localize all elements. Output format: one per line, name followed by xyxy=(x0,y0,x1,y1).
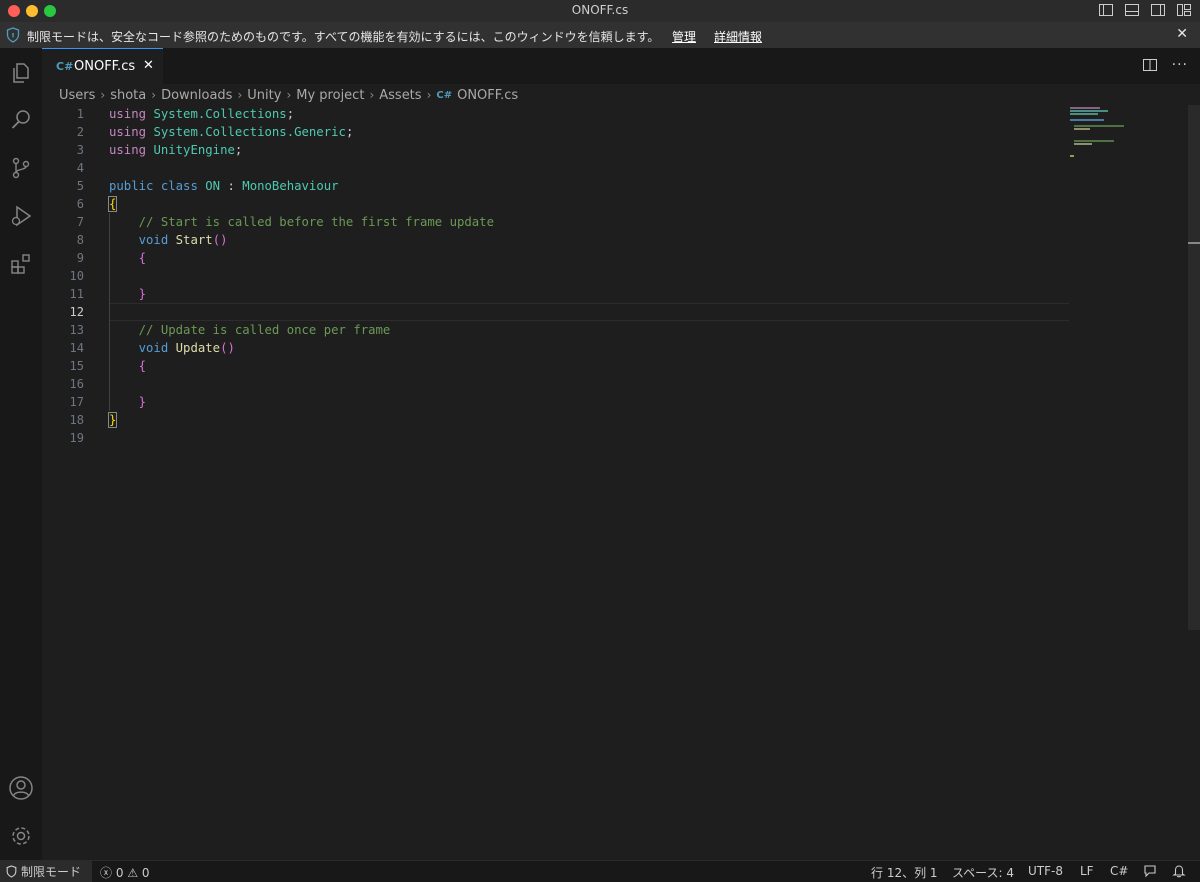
notifications-bell-icon[interactable] xyxy=(1172,864,1186,881)
explorer-icon[interactable] xyxy=(6,58,36,88)
feedback-icon[interactable] xyxy=(1143,864,1157,881)
customize-layout-icon[interactable] xyxy=(1176,2,1192,18)
line-number: 5 xyxy=(76,179,84,193)
line-number: 6 xyxy=(76,197,84,211)
toggle-primary-sidebar-icon[interactable] xyxy=(1098,2,1114,18)
tab-label: ONOFF.cs xyxy=(74,59,136,74)
editor-tabs: C# ONOFF.cs ✕ ··· xyxy=(42,48,1200,84)
shield-icon xyxy=(6,865,17,878)
window-title: ONOFF.cs xyxy=(571,3,629,17)
chevron-right-icon: › xyxy=(369,88,375,102)
code-line: { xyxy=(138,251,147,265)
manage-link[interactable]: 管理 xyxy=(672,28,696,45)
line-number: 7 xyxy=(76,215,84,229)
restricted-mode-banner: 制限モードは、安全なコード参照のためのものです。すべての機能を有効にするには、こ… xyxy=(0,22,1200,48)
line-number: 16 xyxy=(69,377,84,391)
problems-indicator[interactable]: ⓧ 0 ⚠ 0 xyxy=(100,864,150,881)
code-line: } xyxy=(138,287,147,301)
breadcrumb-item[interactable]: Downloads xyxy=(161,88,232,103)
csharp-file-icon: C# xyxy=(436,89,453,101)
code-editor[interactable]: 1 2 3 4 5 6 7 8 9 10 11 12 13 14 15 16 1… xyxy=(42,105,1188,860)
split-editor-icon[interactable] xyxy=(1142,57,1158,73)
details-link[interactable]: 詳細情報 xyxy=(714,28,762,45)
code-line: { xyxy=(138,359,147,373)
breadcrumb-item[interactable]: Unity xyxy=(247,88,281,103)
status-bar: 制限モード ⓧ 0 ⚠ 0 行 12、列 1 スペース: 4 UTF-8 LF … xyxy=(0,860,1200,882)
code-line: { xyxy=(107,196,118,212)
line-number: 15 xyxy=(69,359,84,373)
current-line-number: 12 xyxy=(69,305,84,319)
run-and-debug-icon[interactable] xyxy=(6,201,36,231)
line-number: 19 xyxy=(69,431,84,445)
line-number: 13 xyxy=(69,323,84,337)
search-icon[interactable] xyxy=(6,105,36,135)
breadcrumb-item[interactable]: ONOFF.cs xyxy=(457,88,518,103)
code-line: using System.Collections.Generic; xyxy=(109,125,354,139)
code-line: using System.Collections; xyxy=(109,107,295,121)
code-line: // Update is called once per frame xyxy=(138,323,391,337)
editor-actions: ··· xyxy=(1142,57,1188,73)
cursor-position[interactable]: 行 12、列 1 xyxy=(871,864,938,881)
breadcrumb: Users › shota › Downloads › Unity › My proje… xyxy=(59,86,518,104)
end-of-line[interactable]: LF xyxy=(1080,864,1094,878)
line-number: 14 xyxy=(69,341,84,355)
warning-icon: ⚠ xyxy=(127,866,139,880)
minimap[interactable] xyxy=(1068,105,1188,165)
code-line: } xyxy=(107,412,118,428)
vertical-scrollbar[interactable] xyxy=(1188,105,1200,630)
more-actions-icon[interactable]: ··· xyxy=(1172,57,1188,73)
tab-onoff-cs[interactable]: C# ONOFF.cs ✕ xyxy=(42,48,163,84)
csharp-file-icon: C# xyxy=(56,60,74,73)
line-number: 11 xyxy=(69,287,84,301)
line-number: 4 xyxy=(76,161,84,175)
scrollbar-cursor-marker xyxy=(1188,242,1200,244)
title-bar: ONOFF.cs xyxy=(0,0,1200,22)
toggle-secondary-sidebar-icon[interactable] xyxy=(1150,2,1166,18)
language-mode[interactable]: C# xyxy=(1110,864,1128,878)
code-line: // Start is called before the first fram… xyxy=(138,215,494,229)
accounts-icon[interactable] xyxy=(6,773,36,803)
chevron-right-icon: › xyxy=(151,88,157,102)
layout-controls xyxy=(1098,2,1192,18)
breadcrumb-item[interactable]: shota xyxy=(110,88,146,103)
source-control-icon[interactable] xyxy=(6,153,36,183)
line-number: 8 xyxy=(76,233,84,247)
code-line: using UnityEngine; xyxy=(109,143,243,157)
chevron-right-icon: › xyxy=(426,88,432,102)
chevron-right-icon: › xyxy=(286,88,292,102)
chevron-right-icon: › xyxy=(100,88,106,102)
close-tab-icon[interactable]: ✕ xyxy=(143,58,154,73)
breadcrumb-item[interactable]: Users xyxy=(59,88,95,103)
restricted-mode-indicator[interactable]: 制限モード xyxy=(0,861,92,882)
line-number: 3 xyxy=(76,143,84,157)
settings-gear-icon[interactable] xyxy=(6,821,36,851)
code-line: } xyxy=(138,395,147,409)
code-line: void Update() xyxy=(138,341,235,355)
indentation[interactable]: スペース: 4 xyxy=(952,864,1014,881)
line-number: 9 xyxy=(76,251,84,265)
activity-bar xyxy=(0,48,42,860)
chevron-right-icon: › xyxy=(237,88,243,102)
extensions-icon[interactable] xyxy=(6,249,36,279)
banner-message: 制限モードは、安全なコード参照のためのものです。すべての機能を有効にするには、こ… xyxy=(27,30,660,44)
shield-icon xyxy=(6,27,20,43)
toggle-panel-icon[interactable] xyxy=(1124,2,1140,18)
encoding[interactable]: UTF-8 xyxy=(1028,864,1063,878)
line-number: 18 xyxy=(69,413,84,427)
code-line: void Start() xyxy=(138,233,228,247)
breadcrumb-item[interactable]: My project xyxy=(296,88,364,103)
current-line-highlight xyxy=(109,303,1069,321)
code-line: public class ON : MonoBehaviour xyxy=(109,179,339,193)
line-number: 1 xyxy=(76,107,84,121)
restricted-mode-label: 制限モード xyxy=(21,865,82,879)
line-number: 2 xyxy=(76,125,84,139)
error-icon: ⓧ xyxy=(100,866,113,880)
line-number: 10 xyxy=(69,269,84,283)
line-number: 17 xyxy=(69,395,84,409)
breadcrumb-item[interactable]: Assets xyxy=(379,88,421,103)
close-banner-icon[interactable]: ✕ xyxy=(1176,26,1188,42)
